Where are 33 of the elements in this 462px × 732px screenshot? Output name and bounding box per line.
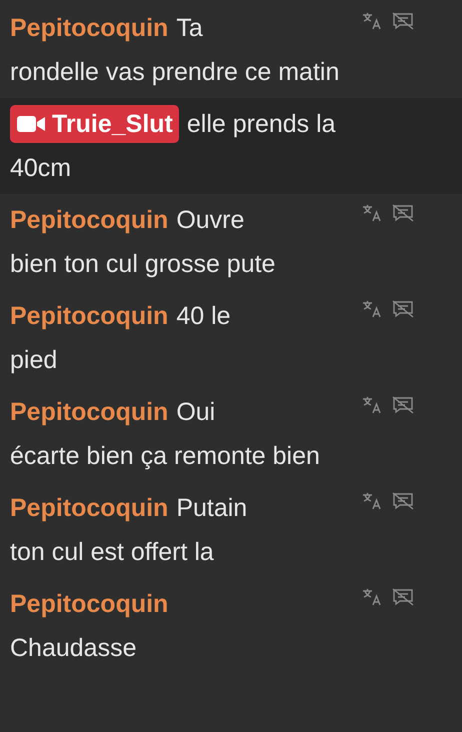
username[interactable]: Pepitocoquin	[10, 6, 168, 50]
streamer-badge[interactable]: Truie_Slut	[10, 105, 179, 143]
message-text: Oui	[176, 397, 216, 428]
message-text: Ta	[176, 13, 203, 44]
message-text: rondelle vas prendre ce matin	[10, 57, 340, 88]
translate-icon[interactable]	[362, 396, 382, 414]
hide-message-icon[interactable]	[392, 204, 414, 222]
message-text: 40 le	[176, 301, 231, 332]
message-text: 40cm	[10, 153, 72, 184]
video-camera-icon	[16, 115, 46, 133]
translate-icon[interactable]	[362, 588, 382, 606]
message-text: Putain	[176, 493, 248, 524]
message-text: elle prends la	[186, 109, 336, 140]
hide-message-icon[interactable]	[392, 12, 414, 30]
translate-icon[interactable]	[362, 300, 382, 318]
username[interactable]: Pepitocoquin	[10, 390, 168, 434]
message-text: bien ton cul grosse pute	[10, 249, 276, 280]
username[interactable]: Pepitocoquin	[10, 582, 168, 626]
hide-message-icon[interactable]	[392, 300, 414, 318]
hide-message-icon[interactable]	[392, 492, 414, 510]
message-text: ton cul est offert la	[10, 537, 215, 568]
message-text: Chaudasse	[10, 633, 138, 664]
hide-message-icon[interactable]	[392, 396, 414, 414]
username[interactable]: Pepitocoquin	[10, 198, 168, 242]
translate-icon[interactable]	[362, 492, 382, 510]
message-text: écarte bien ça remonte bien	[10, 441, 321, 472]
username[interactable]: Pepitocoquin	[10, 486, 168, 530]
translate-icon[interactable]	[362, 12, 382, 30]
translate-icon[interactable]	[362, 204, 382, 222]
hide-message-icon[interactable]	[392, 588, 414, 606]
message-text: Ouvre	[176, 205, 244, 236]
username[interactable]: Pepitocoquin	[10, 294, 168, 338]
message-text: pied	[10, 345, 58, 376]
